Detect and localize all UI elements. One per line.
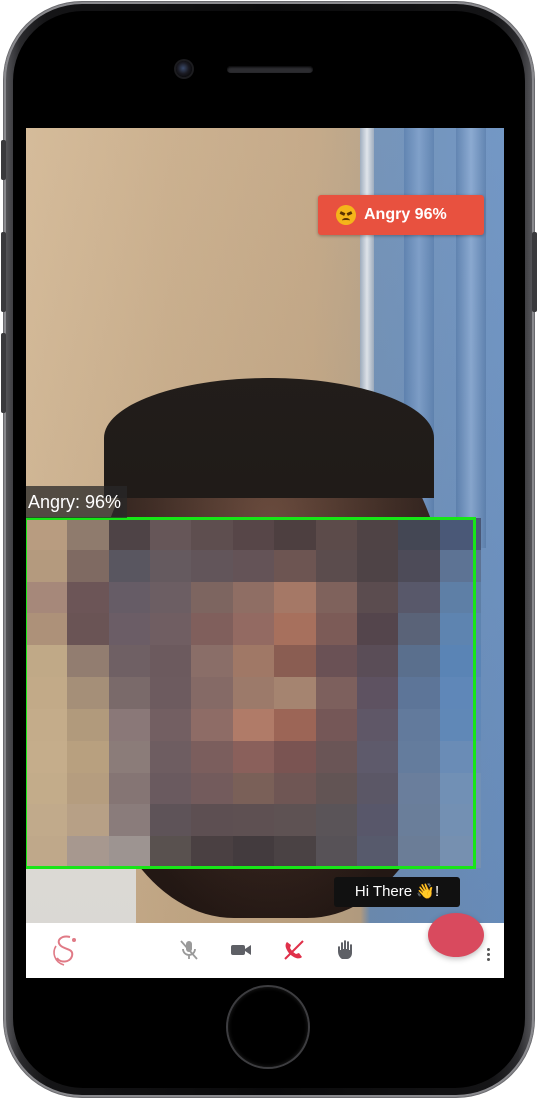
mute-switch — [1, 140, 6, 180]
face-emotion-label: Angry: 96% — [26, 486, 128, 518]
emotion-badge: Angry 96% — [318, 195, 484, 235]
chat-fab[interactable] — [428, 913, 484, 957]
volume-up-button — [1, 232, 6, 312]
earpiece-speaker — [227, 66, 313, 73]
call-toolbar — [26, 913, 504, 978]
video-camera-icon[interactable] — [228, 937, 254, 963]
power-button — [532, 232, 537, 312]
angry-face-icon — [336, 205, 356, 225]
video-feed: Angry: 96% Angry 96% Hi There 👋! — [26, 128, 504, 923]
face-detection-box — [26, 517, 476, 869]
home-button[interactable] — [228, 987, 308, 1067]
emotion-badge-text: Angry 96% — [364, 206, 447, 223]
more-vertical-icon[interactable] — [487, 948, 491, 963]
app-screen: Angry: 96% Angry 96% Hi There 👋! — [26, 128, 504, 978]
mic-off-icon[interactable] — [176, 937, 202, 963]
volume-down-button — [1, 333, 6, 413]
chat-bubble: Hi There 👋! — [334, 877, 460, 907]
logo-icon[interactable] — [50, 932, 82, 968]
end-call-icon[interactable] — [281, 937, 307, 963]
raise-hand-icon[interactable] — [333, 937, 359, 963]
front-camera — [176, 61, 192, 77]
